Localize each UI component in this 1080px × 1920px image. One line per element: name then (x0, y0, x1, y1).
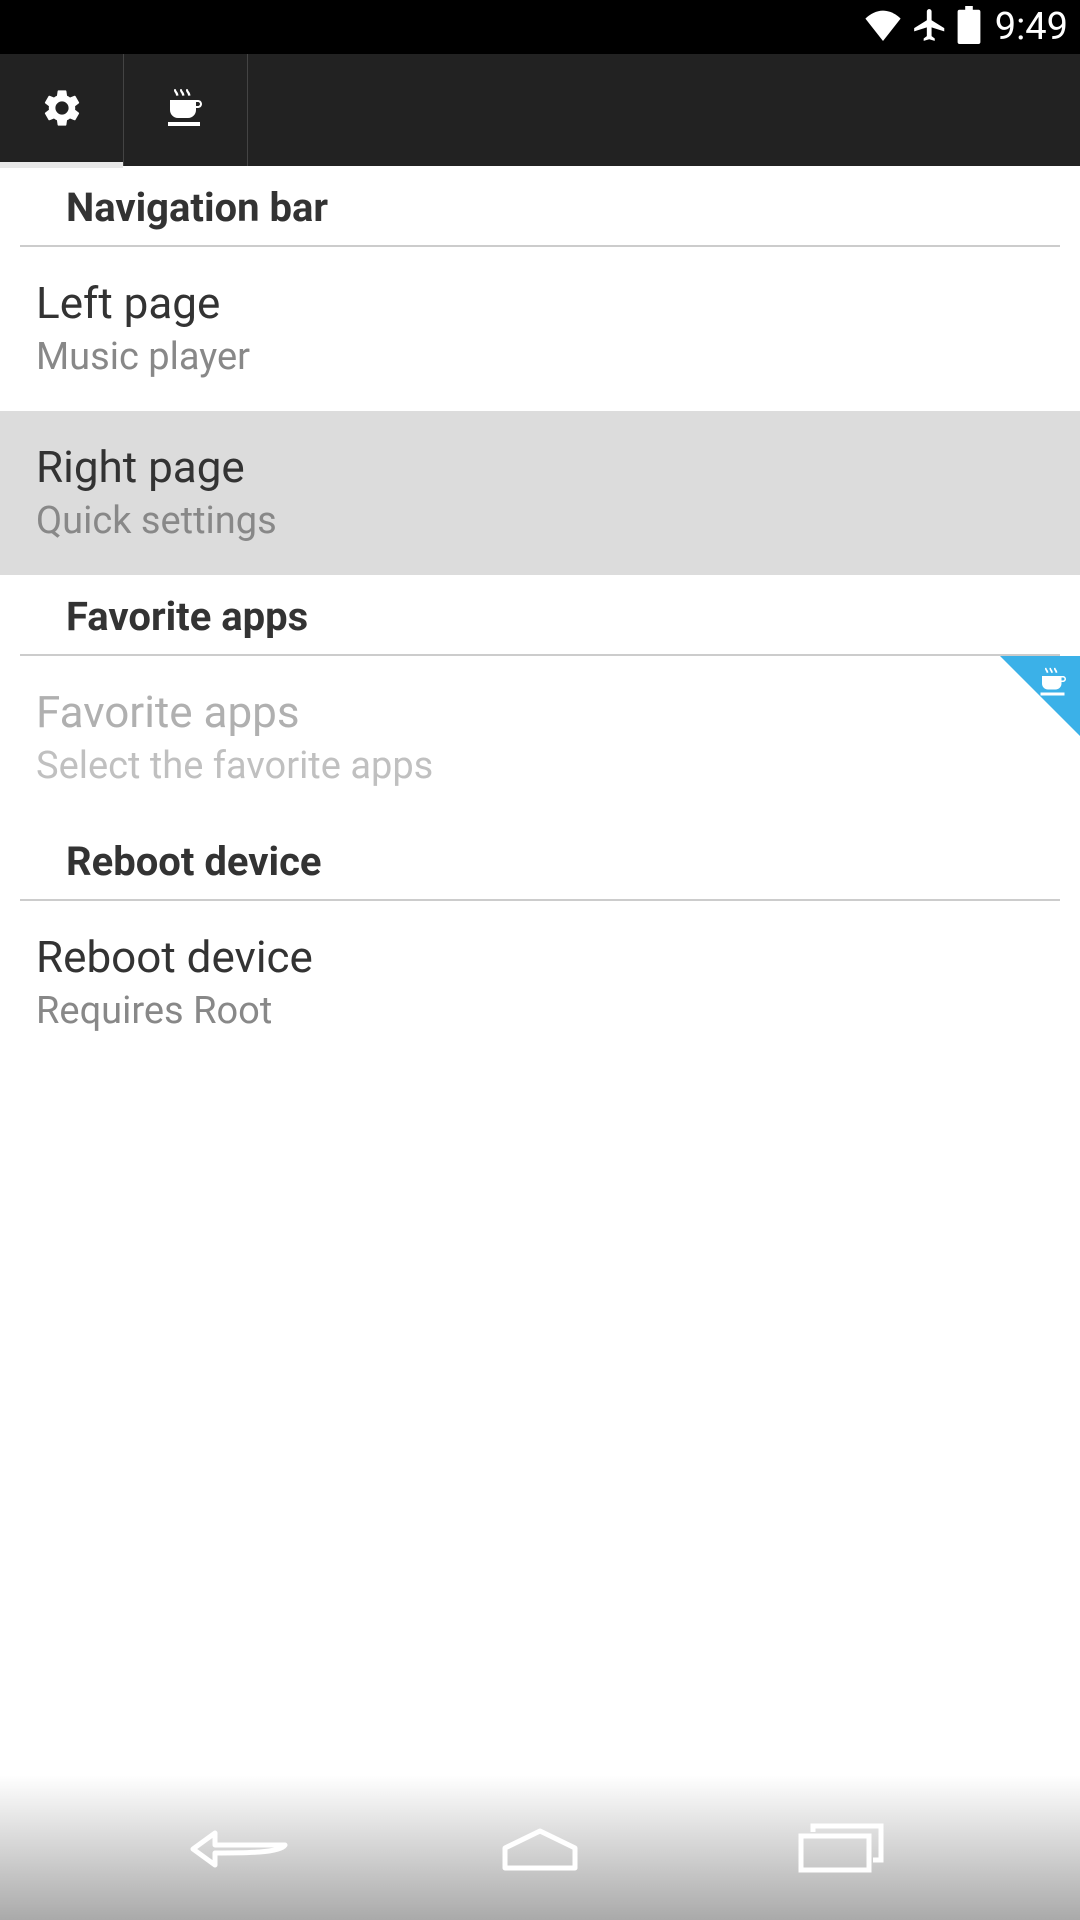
setting-title: Right page (36, 441, 1044, 493)
navigation-bar (0, 1775, 1080, 1920)
airplane-icon (911, 6, 949, 48)
setting-title: Favorite apps (36, 686, 1044, 738)
home-button[interactable] (485, 1818, 595, 1878)
status-bar: 9:49 (0, 0, 1080, 54)
back-button[interactable] (185, 1818, 295, 1878)
setting-left-page[interactable]: Left page Music player (0, 247, 1080, 411)
coffee-icon (1036, 664, 1072, 704)
action-bar (0, 54, 1080, 166)
section-header-reboot: Reboot device (20, 820, 1060, 901)
tab-coffee[interactable] (124, 54, 248, 166)
clock-text: 9:49 (995, 5, 1068, 49)
setting-title: Reboot device (36, 931, 1044, 983)
setting-reboot-device[interactable]: Reboot device Requires Root (0, 901, 1080, 1065)
wifi-icon (863, 9, 903, 45)
section-header-favorites: Favorite apps (20, 575, 1060, 656)
setting-favorite-apps[interactable]: Favorite apps Select the favorite apps (0, 656, 1080, 820)
setting-right-page[interactable]: Right page Quick settings (0, 411, 1080, 575)
settings-list: Navigation bar Left page Music player Ri… (0, 166, 1080, 1065)
setting-subtitle: Music player (36, 335, 1044, 379)
recent-apps-button[interactable] (785, 1818, 895, 1878)
battery-icon (957, 6, 981, 48)
setting-title: Left page (36, 277, 1044, 329)
section-header-navigation: Navigation bar (20, 166, 1060, 247)
setting-subtitle: Select the favorite apps (36, 744, 1044, 788)
setting-subtitle: Requires Root (36, 989, 1044, 1033)
setting-subtitle: Quick settings (36, 499, 1044, 543)
gear-icon (40, 86, 84, 134)
coffee-icon (162, 84, 210, 136)
tab-settings[interactable] (0, 54, 124, 166)
